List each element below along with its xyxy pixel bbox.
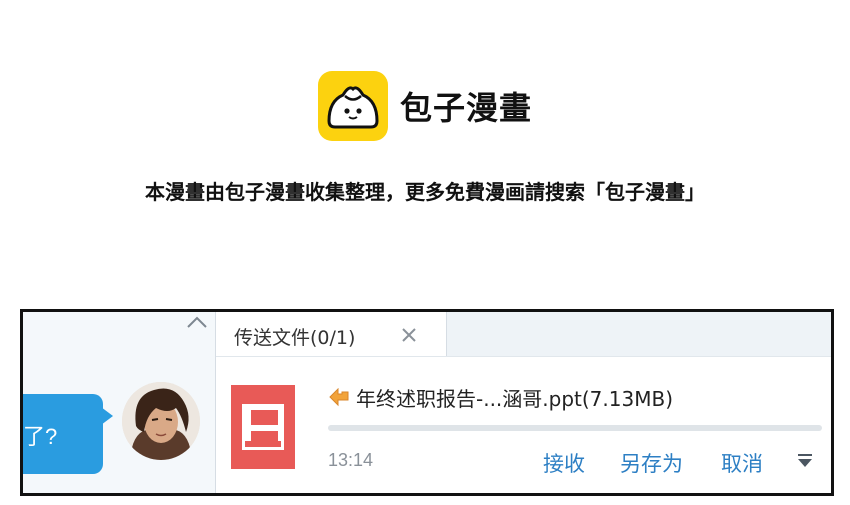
chat-message-area: 了? [23,312,215,493]
save-as-button[interactable]: 另存为 [620,448,683,478]
brand-header: 包子漫畫 [318,71,532,141]
bubble-tail [101,407,113,425]
tab-underline [216,356,831,357]
brand-name: 包子漫畫 [400,89,533,127]
timestamp: 13:14 [328,450,374,470]
file-name: 年终述职报告-...涵哥.ppt(7.13MB) [356,387,673,411]
close-icon[interactable] [400,326,418,344]
collapse-chevron-icon[interactable] [186,314,208,330]
ppt-file-icon [231,385,295,469]
message-text: 了? [23,424,58,449]
tab-label: 传送文件(0/1) [234,327,356,349]
more-options-icon[interactable] [795,452,815,470]
receive-button[interactable]: 接收 [543,448,585,478]
bun-logo-icon [318,71,388,141]
chat-panel: 了? 传送文件(0/1) 年终述职报告-...涵哥.ppt(7.13MB) 13… [20,309,834,496]
source-notice: 本漫畫由包子漫畫收集整理，更多免費漫画請搜索「包子漫畫」 [145,180,705,204]
file-info-row: 年终述职报告-...涵哥.ppt(7.13MB) [328,383,673,412]
avatar[interactable] [122,382,200,460]
tab-strip [447,312,831,356]
cancel-button[interactable]: 取消 [721,448,763,478]
incoming-arrow-icon [329,387,349,406]
transfer-progress-bar [328,425,822,431]
tab-file-transfer[interactable]: 传送文件(0/1) [216,312,447,356]
